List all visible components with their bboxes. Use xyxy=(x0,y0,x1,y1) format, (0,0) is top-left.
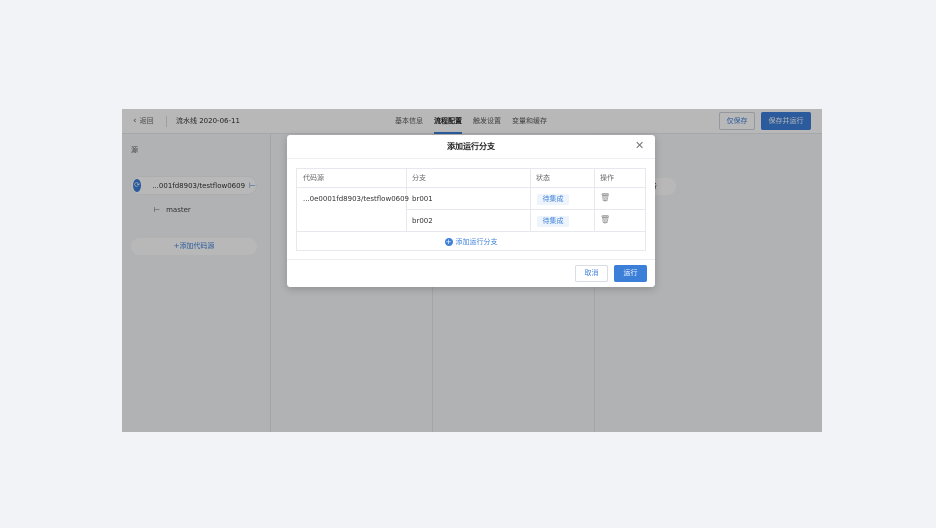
dialog-title: 添加运行分支 xyxy=(447,142,495,151)
source-cell: ...0e0001fd8903/testflow0609 xyxy=(303,195,410,203)
column-divider xyxy=(530,169,531,231)
table-row-branch: br002 xyxy=(412,217,433,225)
divider xyxy=(287,158,655,159)
status-badge: 待集成 xyxy=(537,216,569,227)
run-button[interactable]: 运行 xyxy=(614,265,647,282)
add-run-branch-label: 添加运行分支 xyxy=(455,237,498,246)
column-header-branch: 分支 xyxy=(406,169,530,188)
column-divider xyxy=(594,169,595,231)
status-badge: 待集成 xyxy=(537,194,569,205)
trash-icon[interactable]: 🗑 xyxy=(600,193,610,202)
cancel-button[interactable]: 取消 xyxy=(575,265,608,282)
divider xyxy=(287,259,655,260)
plus-circle-icon: + xyxy=(444,237,453,246)
branch-table: 代码源 分支 状态 操作 ...0e0001fd8903/testflow060… xyxy=(296,168,646,251)
row-divider xyxy=(406,209,645,210)
add-run-branch-button[interactable]: + 添加运行分支 xyxy=(297,232,645,251)
column-header-actions: 操作 xyxy=(594,169,645,188)
column-header-status: 状态 xyxy=(530,169,594,188)
column-header-source: 代码源 xyxy=(297,169,406,188)
table-row-branch: br001 xyxy=(412,195,433,203)
add-run-branch-dialog: 添加运行分支 ✕ 代码源 分支 状态 操作 ...0e0001fd8903/te… xyxy=(287,135,655,287)
trash-icon[interactable]: 🗑 xyxy=(600,215,610,224)
close-icon[interactable]: ✕ xyxy=(635,140,644,152)
